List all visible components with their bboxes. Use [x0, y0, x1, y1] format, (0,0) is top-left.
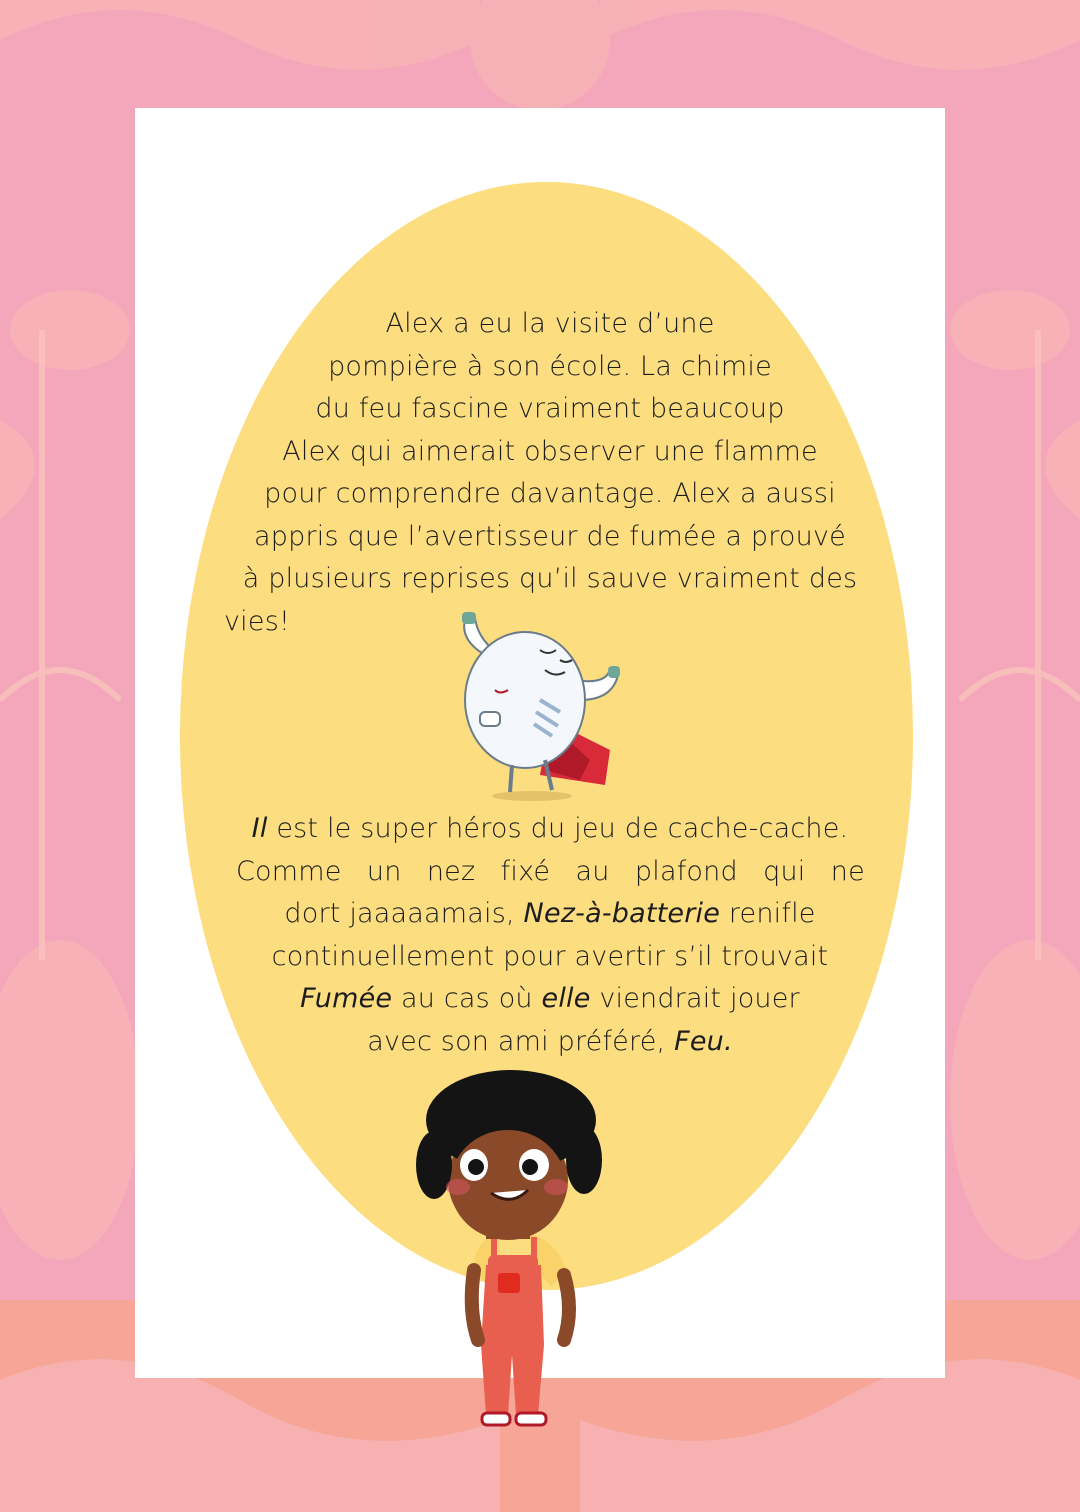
word: Comme [236, 855, 342, 887]
text-fragment: dort jaaaaamais, [284, 898, 524, 929]
italic-word: elle [541, 983, 591, 1014]
italic-name: Feu. [674, 1025, 733, 1057]
word: ne [830, 855, 865, 887]
text-fragment: au cas où [392, 983, 542, 1014]
story-paragraph-1: Alex a eu la visite d’une pompière à son… [210, 303, 890, 643]
text-line: avec son ami préféré, Feu. [210, 1021, 890, 1064]
text-fragment: renifle [720, 898, 816, 929]
text-line: continuellement pour avertir s’il trouva… [271, 940, 829, 972]
italic-name: Nez-à-batterie [523, 898, 721, 929]
text-line: pompière à son école. La chimie [328, 350, 772, 382]
text-line: du feu fascine vraiment beaucoup [315, 393, 785, 424]
text-line: Il est le super héros du jeu de cache-ca… [210, 808, 890, 851]
word: plafond [634, 855, 738, 887]
word: nez [426, 855, 476, 887]
word: au [575, 855, 610, 887]
text-line: à plusieurs reprises qu’il sauve vraimen… [242, 563, 858, 594]
text-line: Alex qui aimerait observer une flamme [282, 435, 818, 467]
story-paragraph-2: Il est le super héros du jeu de cache-ca… [210, 808, 890, 1063]
text-fragment: est le super héros du jeu de cache-cache… [267, 813, 849, 844]
text-line: appris que l’avertisseur de fumée a prou… [254, 520, 846, 552]
text-line: dort jaaaaamais, Nez-à-batterie renifle [210, 893, 890, 936]
child-character-illustration [416, 1070, 602, 1427]
text-line: Alex a eu la visite d’une [385, 308, 715, 339]
word: fixé [500, 855, 551, 887]
italic-name: Fumée [300, 983, 393, 1014]
italic-word: Il [251, 813, 268, 844]
word: qui [763, 855, 806, 887]
text-fragment: viendrait jouer [590, 983, 800, 1014]
text-line: pour comprendre davantage. Alex a aussi [264, 478, 836, 509]
text-line: Fumée au cas où elle viendrait jouer [210, 978, 890, 1021]
word: un [366, 855, 402, 887]
text-line: Comme un nez fixé au plafond qui ne [210, 851, 890, 894]
smoke-detector-hero-illustration [462, 612, 620, 801]
text-fragment: avec son ami préféré, [367, 1025, 675, 1057]
